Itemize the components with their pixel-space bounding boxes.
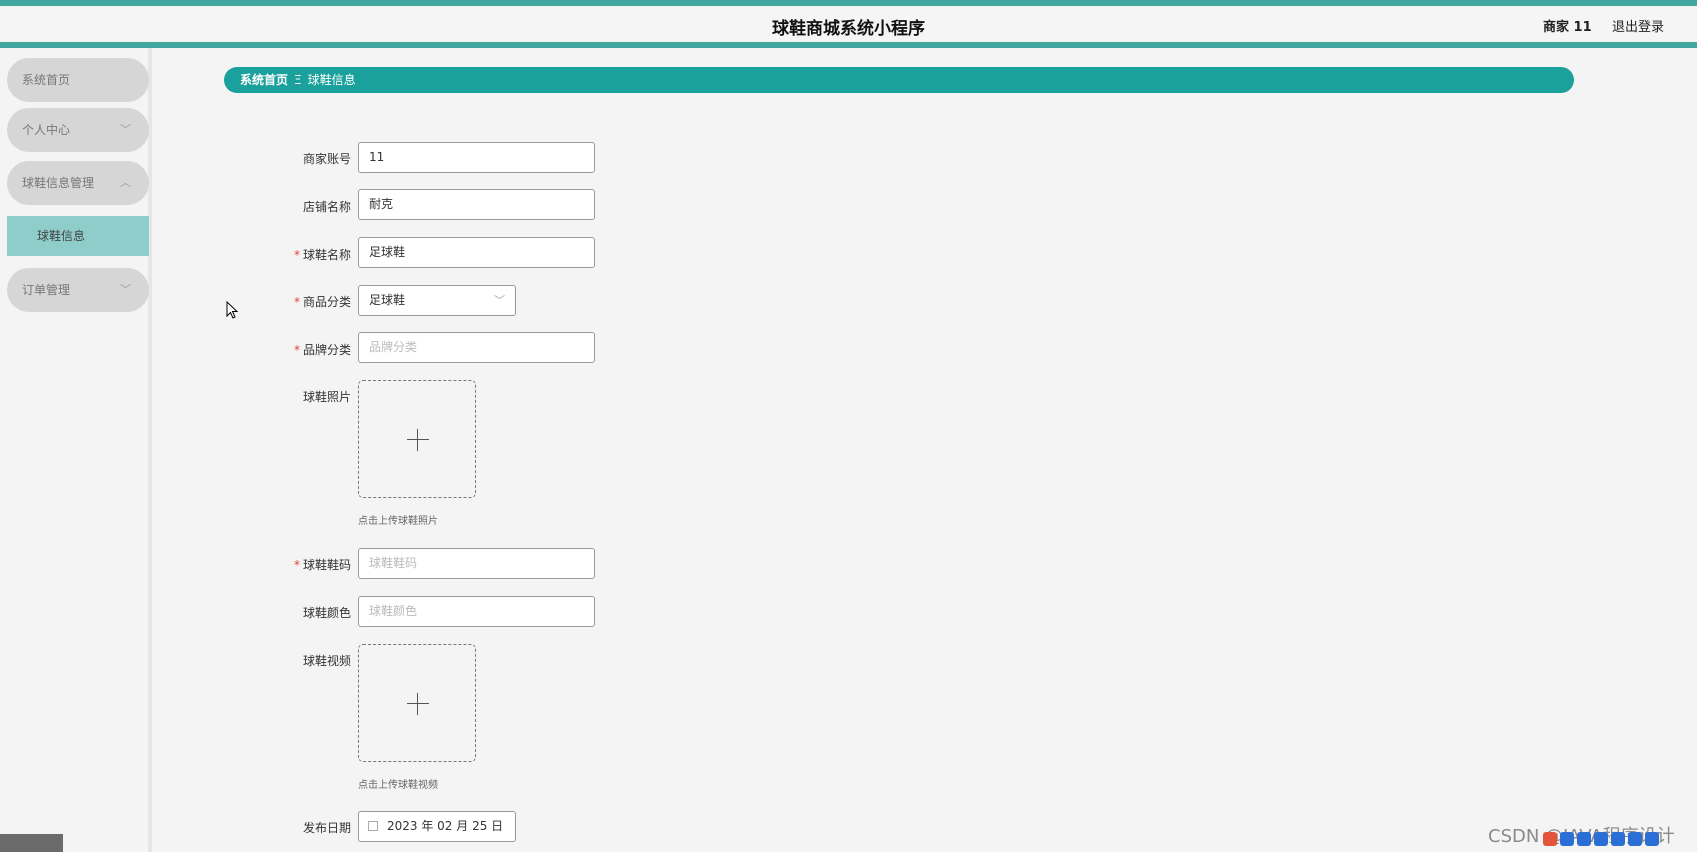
logout-link[interactable]: 退出登录	[1612, 16, 1664, 35]
size-field[interactable]: 球鞋鞋码	[358, 548, 595, 579]
color-field[interactable]: 球鞋颜色	[358, 596, 595, 627]
label-text: 发布日期	[302, 821, 351, 835]
photo-upload-box[interactable]	[358, 380, 476, 498]
category-selected-value: 足球鞋	[369, 293, 406, 307]
video-upload-box[interactable]	[358, 644, 476, 762]
ime-keyboard-icon	[1611, 832, 1625, 846]
ime-punct-icon	[1594, 832, 1608, 846]
video-label: 球鞋视频	[221, 652, 351, 669]
mouse-cursor-icon	[226, 301, 238, 319]
publish-date-picker[interactable]: 2023 年 02 月 25 日	[358, 811, 516, 842]
label-text: 球鞋名称	[302, 248, 351, 262]
photo-upload-hint: 点击上传球鞋照片	[358, 516, 438, 527]
merchant-account-label: 商家账号	[221, 150, 351, 167]
label-text: 球鞋照片	[302, 390, 351, 404]
chevron-up-icon: ︿	[120, 176, 131, 189]
required-marker: *	[293, 343, 300, 357]
label-text: 球鞋鞋码	[302, 558, 351, 572]
label-text: 球鞋视频	[302, 654, 351, 668]
current-user-label: 商家 11	[1543, 20, 1592, 35]
sidebar-item-label: 球鞋信息管理	[22, 176, 95, 190]
submenu-item-shoe-info[interactable]: 球鞋信息	[7, 216, 149, 256]
breadcrumb-current: 球鞋信息	[307, 73, 356, 87]
shop-name-label: 店铺名称	[221, 198, 351, 215]
brand-field[interactable]: 品牌分类	[358, 332, 595, 363]
label-text: 店铺名称	[302, 200, 351, 214]
label-text: 品牌分类	[302, 343, 351, 357]
taskbar-tab	[0, 834, 63, 852]
publish-date-value: 2023 年 02 月 25 日	[387, 819, 504, 833]
required-marker: *	[293, 248, 300, 262]
sidebar: 系统首页 个人中心 ﹀ 球鞋信息管理 ︿ 球鞋信息 订单管理 ﹀	[0, 48, 152, 852]
breadcrumb: 系统首页 Ξ 球鞋信息	[224, 67, 1574, 93]
sidebar-item-label: 订单管理	[22, 283, 71, 297]
sidebar-item-label: 系统首页	[22, 73, 71, 87]
photo-label: 球鞋照片	[221, 388, 351, 405]
category-select[interactable]: 足球鞋 ﹀	[358, 285, 516, 316]
sidebar-item-shoe-management[interactable]: 球鞋信息管理 ︿	[7, 161, 149, 205]
label-text: 商品分类	[302, 295, 351, 309]
publish-date-label: 发布日期	[221, 819, 351, 836]
top-bar: 球鞋商城系统小程序 商家 11 退出登录	[0, 0, 1697, 48]
sidebar-item-label: 个人中心	[22, 123, 71, 137]
app-title: 球鞋商城系统小程序	[772, 19, 925, 39]
ime-s-icon	[1543, 832, 1557, 846]
size-label: * 球鞋鞋码	[221, 556, 351, 573]
chevron-down-icon: ﹀	[120, 123, 131, 136]
required-marker: *	[293, 295, 300, 309]
ime-zhong-icon	[1560, 832, 1574, 846]
color-label: 球鞋颜色	[221, 604, 351, 621]
video-upload-hint: 点击上传球鞋视频	[358, 780, 438, 791]
chevron-down-icon: ﹀	[120, 283, 131, 296]
sidebar-item-home[interactable]: 系统首页	[7, 58, 149, 102]
ime-skin-icon	[1628, 832, 1642, 846]
shoe-name-label: * 球鞋名称	[221, 246, 351, 263]
sidebar-item-personal-center[interactable]: 个人中心 ﹀	[7, 108, 149, 152]
merchant-account-field[interactable]: 11	[358, 142, 595, 173]
ime-tools-icon	[1645, 832, 1659, 846]
category-label: * 商品分类	[221, 293, 351, 310]
ime-moon-icon	[1577, 832, 1591, 846]
shop-name-field[interactable]: 耐克	[358, 189, 595, 220]
label-text: 商家账号	[302, 152, 351, 166]
shoe-name-field[interactable]: 足球鞋	[358, 237, 595, 268]
calendar-icon	[368, 821, 378, 831]
breadcrumb-home-link[interactable]: 系统首页	[240, 73, 288, 87]
required-marker: *	[293, 558, 300, 572]
chevron-down-icon: ﹀	[494, 294, 505, 307]
system-tray	[1543, 832, 1659, 846]
breadcrumb-separator: Ξ	[294, 73, 302, 87]
label-text: 球鞋颜色	[302, 606, 351, 620]
sidebar-item-orders[interactable]: 订单管理 ﹀	[7, 268, 149, 312]
brand-label: * 品牌分类	[221, 341, 351, 358]
